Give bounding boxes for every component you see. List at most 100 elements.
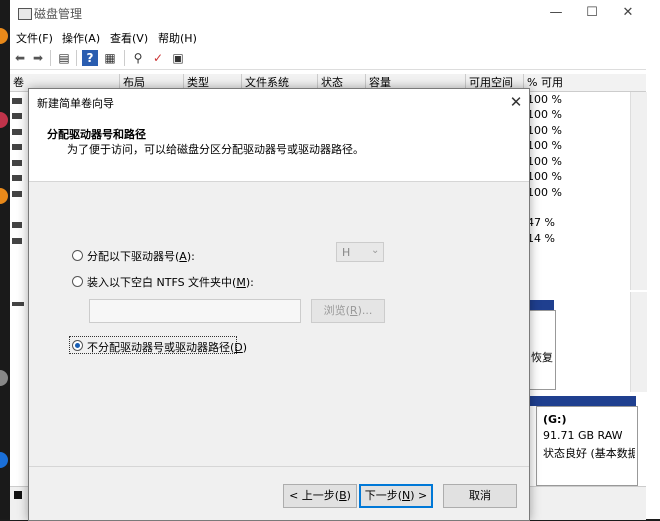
recovery-partition[interactable]: 恢复 xyxy=(528,310,556,390)
partition-g[interactable]: (G:) 91.71 GB RAW 状态良好 (基本数据 xyxy=(536,406,638,486)
dialog-header: 分配驱动器号和路径 为了便于访问，可以给磁盘分区分配驱动器号或驱动器路径。 xyxy=(29,115,529,182)
button-label-text: )... xyxy=(357,304,373,317)
column-percent-free[interactable]: % 可用 xyxy=(524,74,646,91)
background-window-edge xyxy=(646,0,660,519)
new-simple-volume-wizard: 新建简单卷向导 ✕ 分配驱动器号和路径 为了便于访问，可以给磁盘分区分配驱动器号… xyxy=(28,88,530,521)
title-bar: 磁盘管理 — ☐ ✕ xyxy=(10,0,646,28)
percent-free-cell: 100 % xyxy=(527,155,562,168)
drive-letter-dropdown[interactable]: H ⌄ xyxy=(336,242,384,262)
minimize-button[interactable]: — xyxy=(538,3,574,23)
disk-icon xyxy=(12,302,24,306)
folder-path-input[interactable] xyxy=(89,299,301,323)
mount-folder-label[interactable]: 装入以下空白 NTFS 文件夹中(M): xyxy=(87,274,254,290)
button-label-text: 浏览( xyxy=(323,304,350,317)
disk-management-icon xyxy=(18,8,32,20)
menu-file[interactable]: 文件(F) xyxy=(16,30,53,46)
settings-list-icon[interactable]: ▣ xyxy=(170,50,186,66)
volume-row-icon xyxy=(12,144,22,150)
button-label-text: ) > xyxy=(410,489,428,502)
volume-list-scrollbar[interactable] xyxy=(630,92,647,290)
dialog-close-button[interactable]: ✕ xyxy=(505,91,527,113)
percent-free-cell: 100 % xyxy=(527,124,562,137)
back-arrow-icon[interactable]: ⬅ xyxy=(12,50,28,66)
volume-row-icon xyxy=(12,175,22,181)
percent-free-cell: 100 % xyxy=(527,139,562,152)
dialog-title: 新建简单卷向导 xyxy=(37,97,114,110)
access-key: D xyxy=(234,341,243,354)
assign-drive-letter-radio[interactable] xyxy=(72,250,83,261)
volume-row-icon xyxy=(12,222,22,228)
menu-view[interactable]: 查看(V) xyxy=(110,30,148,46)
button-label-text: 下一步( xyxy=(364,489,403,502)
volume-row-icon xyxy=(12,129,22,135)
desktop-app-icon xyxy=(0,370,8,386)
percent-free-cell: 100 % xyxy=(527,170,562,183)
check-icon[interactable]: ✓ xyxy=(150,50,166,66)
volume-row-icon xyxy=(12,160,22,166)
dialog-title-bar: 新建简单卷向导 ✕ xyxy=(29,89,529,115)
percent-free-cell: 100 % xyxy=(527,93,562,106)
percent-free-cell: 14 % xyxy=(527,232,555,245)
menu-action[interactable]: 操作(A) xyxy=(62,30,100,46)
percent-free-cell: 47 % xyxy=(527,216,555,229)
partition-status: 状态良好 (基本数据 xyxy=(543,447,635,460)
button-label-text: < 上一步( xyxy=(289,489,340,502)
option-label-text: 装入以下空白 NTFS 文件夹中( xyxy=(87,276,237,289)
volume-row-icon xyxy=(12,191,22,197)
desktop-left-edge xyxy=(0,0,10,519)
desktop-app-icon xyxy=(0,28,8,44)
wizard-step-heading: 分配驱动器号和路径 xyxy=(47,128,146,141)
desktop-app-icon xyxy=(0,112,8,128)
properties-icon[interactable]: ▦ xyxy=(102,50,118,66)
toolbar-separator xyxy=(50,50,51,66)
drive-letter-value: H xyxy=(342,246,351,259)
connect-icon[interactable]: ⚲ xyxy=(130,50,146,66)
option-label-text: ): xyxy=(186,250,195,263)
button-label-text: ) xyxy=(346,489,351,502)
access-key: R xyxy=(349,304,358,317)
window-title: 磁盘管理 xyxy=(34,7,83,21)
access-key: N xyxy=(402,489,411,502)
volume-row-icon xyxy=(12,238,22,244)
back-button[interactable]: < 上一步(B) xyxy=(283,484,357,508)
option-label-text: ): xyxy=(245,276,254,289)
wizard-step-description: 为了便于访问，可以给磁盘分区分配驱动器号或驱动器路径。 xyxy=(67,143,364,156)
browse-button[interactable]: 浏览(R)... xyxy=(311,299,385,323)
access-key: M xyxy=(236,276,246,289)
mount-folder-radio[interactable] xyxy=(72,276,83,287)
toolbar-separator xyxy=(124,50,125,66)
option-label-text: 不分配驱动器号或驱动器路径( xyxy=(87,341,235,354)
partition-size: 91.71 GB RAW xyxy=(543,429,623,442)
partition-bar xyxy=(528,300,554,310)
menu-help[interactable]: 帮助(H) xyxy=(158,30,197,46)
menu-bar: 文件(F) 操作(A) 查看(V) 帮助(H) xyxy=(10,28,646,46)
partition-name: (G:) xyxy=(543,413,567,426)
volume-row-icon xyxy=(12,98,22,104)
option-label-text: ) xyxy=(242,341,248,354)
chevron-down-icon: ⌄ xyxy=(371,245,380,256)
next-button[interactable]: 下一步(N) > xyxy=(359,484,433,508)
close-button[interactable]: ✕ xyxy=(610,3,646,23)
partition-bar xyxy=(536,396,636,406)
access-key: B xyxy=(339,489,347,502)
console-tree-icon[interactable]: ▤ xyxy=(56,50,72,66)
recovery-label: 恢复 xyxy=(531,351,553,364)
assign-drive-letter-label[interactable]: 分配以下驱动器号(A): xyxy=(87,248,195,264)
desktop-app-icon xyxy=(0,452,8,468)
toolbar-separator xyxy=(76,50,77,66)
legend-unallocated-swatch xyxy=(14,491,22,499)
volume-row-icon xyxy=(12,113,22,119)
help-icon[interactable]: ? xyxy=(82,50,98,66)
no-drive-letter-label[interactable]: 不分配驱动器号或驱动器路径(D) xyxy=(87,339,247,355)
toolbar: ⬅ ➡ ▤ ? ▦ ⚲ ✓ ▣ xyxy=(10,47,646,70)
access-key: A xyxy=(179,250,187,263)
forward-arrow-icon[interactable]: ➡ xyxy=(30,50,46,66)
desktop-app-icon xyxy=(0,188,8,204)
cancel-button[interactable]: 取消 xyxy=(443,484,517,508)
option-label-text: 分配以下驱动器号( xyxy=(87,250,180,263)
disk-list-scrollbar[interactable] xyxy=(630,292,647,392)
dialog-footer-divider xyxy=(29,466,529,467)
maximize-button[interactable]: ☐ xyxy=(574,3,610,23)
percent-free-cell: 100 % xyxy=(527,108,562,121)
percent-free-cell: 100 % xyxy=(527,186,562,199)
